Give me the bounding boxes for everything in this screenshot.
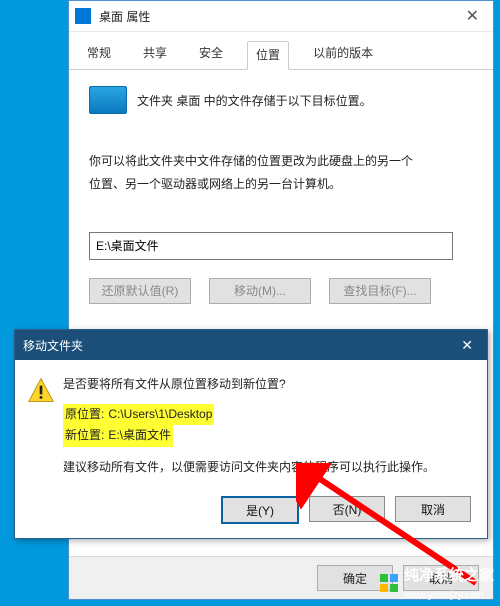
- dialog-advice-text: 建议移动所有文件，以便需要访问文件夹内容的程序可以执行此操作。: [63, 457, 471, 479]
- dialog-title: 移动文件夹: [23, 337, 455, 354]
- original-location-value: C:\Users\1\Desktop: [106, 404, 214, 426]
- dialog-question: 是否要将所有文件从原位置移动到新位置?: [63, 374, 471, 396]
- yes-button[interactable]: 是(Y): [221, 496, 299, 524]
- tab-body: 文件夹 桌面 中的文件存储于以下目标位置。 你可以将此文件夹中文件存储的位置更改…: [69, 70, 493, 320]
- dialog-titlebar[interactable]: 移动文件夹 ✕: [15, 330, 487, 360]
- warning-icon: [27, 376, 55, 404]
- desktop-folder-icon: [89, 86, 127, 114]
- no-button[interactable]: 否(N): [309, 496, 385, 522]
- watermark-url: www.ycwnjzy.com: [404, 590, 484, 601]
- window-icon: [75, 8, 91, 24]
- move-button[interactable]: 移动(M)...: [209, 278, 311, 304]
- dialog-close-icon[interactable]: ✕: [455, 337, 479, 354]
- folder-location-text: 文件夹 桌面 中的文件存储于以下目标位置。: [137, 92, 372, 109]
- titlebar[interactable]: 桌面 属性 ✕: [69, 1, 493, 32]
- watermark-logo-icon: [380, 574, 398, 592]
- find-target-button[interactable]: 查找目标(F)...: [329, 278, 431, 304]
- new-location-label: 新位置:: [63, 425, 106, 447]
- restore-defaults-button[interactable]: 还原默认值(R): [89, 278, 191, 304]
- watermark-text: 纯净系统之家: [404, 567, 494, 584]
- window-title: 桌面 属性: [99, 8, 458, 25]
- description-text: 你可以将此文件夹中文件存储的位置更改为此硬盘上的另一个 位置、另一个驱动器或网络…: [89, 150, 473, 196]
- tab-general[interactable]: 常规: [79, 40, 119, 69]
- tab-sharing[interactable]: 共享: [135, 40, 175, 69]
- new-location-value: E:\桌面文件: [106, 425, 173, 447]
- close-icon[interactable]: ✕: [458, 6, 487, 26]
- original-location-label: 原位置:: [63, 404, 106, 426]
- tab-strip: 常规 共享 安全 位置 以前的版本: [69, 32, 493, 70]
- target-path-input[interactable]: [89, 232, 453, 260]
- tab-security[interactable]: 安全: [191, 40, 231, 69]
- tab-previous-versions[interactable]: 以前的版本: [305, 40, 381, 69]
- move-folder-dialog: 移动文件夹 ✕ 是否要将所有文件从原位置移动到新位置? 原位置: C:\User…: [14, 329, 488, 539]
- watermark: 纯净系统之家 www.ycwnjzy.com: [380, 564, 494, 602]
- tab-location[interactable]: 位置: [247, 41, 289, 70]
- dialog-cancel-button[interactable]: 取消: [395, 496, 471, 522]
